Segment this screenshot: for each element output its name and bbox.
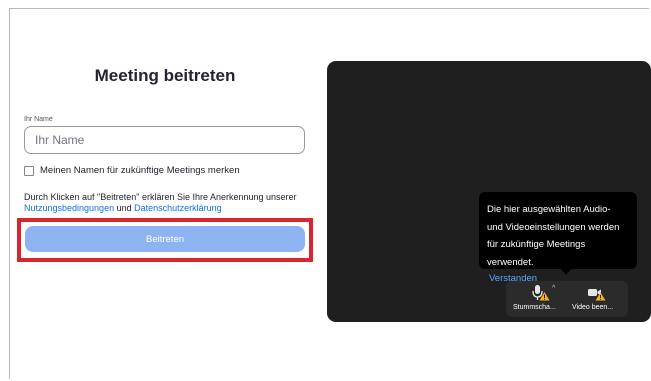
settings-tooltip: Die hier ausgewählten Audio- und Videoei… — [479, 192, 637, 284]
microphone-icon — [532, 285, 550, 301]
remember-name-label: Meinen Namen für zukünftige Meetings mer… — [40, 165, 240, 176]
caret-up-icon[interactable]: ^ — [552, 285, 555, 292]
join-button[interactable]: Beitreten — [25, 226, 305, 252]
video-camera-icon — [588, 289, 606, 301]
tooltip-arrow — [560, 268, 572, 275]
tooltip-text: Die hier ausgewählten Audio- und Videoei… — [487, 204, 620, 268]
name-label: Ihr Name — [24, 116, 53, 123]
mute-label: Stummscha... — [513, 304, 556, 311]
consent-and: und — [114, 203, 135, 213]
video-button[interactable]: Video been... — [568, 281, 628, 317]
mute-button[interactable]: ^ Stummscha... — [506, 281, 566, 317]
consent-text: Durch Klicken auf "Beitreten" erklären S… — [24, 192, 309, 214]
page-title: Meeting beitreten — [94, 66, 236, 85]
name-input[interactable] — [24, 126, 305, 154]
consent-prefix: Durch Klicken auf "Beitreten" erklären S… — [24, 192, 297, 202]
terms-link[interactable]: Nutzungsbedingungen — [24, 203, 114, 213]
video-label: Video been... — [572, 304, 614, 311]
privacy-link[interactable]: Datenschutzerklärung — [134, 203, 222, 213]
preview-controls: ^ Stummscha... Video been... — [506, 281, 628, 317]
remember-name-option[interactable]: Meinen Namen für zukünftige Meetings mer… — [24, 165, 240, 176]
remember-name-checkbox[interactable] — [24, 165, 34, 176]
